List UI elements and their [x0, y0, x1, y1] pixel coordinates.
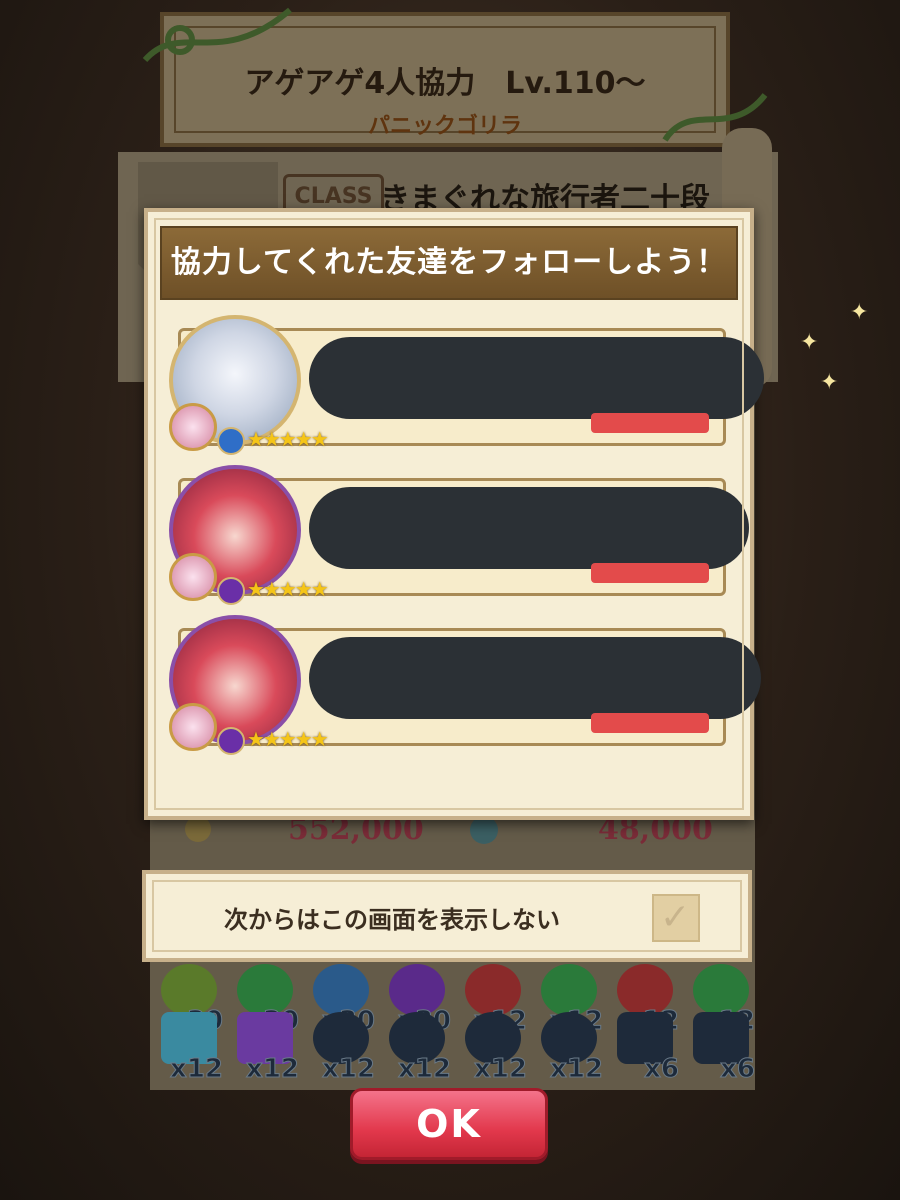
follow-button[interactable] — [591, 713, 709, 733]
dont-show-again-bar[interactable]: 次からはこの画面を表示しない ✓ — [142, 870, 752, 962]
rarity-stars: ★★★★★ — [247, 427, 329, 451]
reward-item: x12 — [535, 1008, 603, 1085]
quest-subtitle: パニックゴリラ — [367, 114, 522, 139]
dont-show-again-label: 次からはこの画面を表示しない — [224, 906, 560, 934]
item-quantity: x12 — [246, 1054, 300, 1085]
weapon-type-icon — [169, 553, 217, 601]
item-quantity: x12 — [474, 1054, 528, 1085]
reward-item: x12 — [459, 1008, 527, 1085]
redacted-friend-name — [309, 337, 764, 419]
friend-row[interactable]: ★★★★★ — [169, 315, 764, 455]
item-quantity: x12 — [170, 1054, 224, 1085]
weapon-type-icon — [169, 703, 217, 751]
item-quantity: x6 — [644, 1054, 680, 1085]
friend-row[interactable]: ★★★★★ — [169, 615, 761, 755]
exp-swirl-icon — [470, 816, 498, 844]
dont-show-again-checkbox[interactable]: ✓ — [652, 894, 700, 942]
checkmark-icon: ✓ — [660, 897, 691, 938]
reward-item: x12 — [231, 1008, 299, 1085]
sparkle-icon: ✦ — [820, 370, 839, 395]
reward-item: x12 — [155, 1008, 223, 1085]
dark-element-icon — [217, 727, 245, 755]
reward-item: x12 — [307, 1008, 375, 1085]
follow-friends-dialog: 協力してくれた友達をフォローしよう！ ★★★★★ ★★★★★ ★★★★★ — [144, 208, 764, 820]
rarity-stars: ★★★★★ — [247, 727, 329, 751]
dark-element-icon — [217, 577, 245, 605]
item-quantity: x12 — [322, 1054, 376, 1085]
redacted-friend-name — [309, 487, 749, 569]
reward-item: x12 — [383, 1008, 451, 1085]
dialog-title: 協力してくれた友達をフォローしよう！ — [160, 226, 738, 300]
ok-button[interactable]: OK — [350, 1088, 548, 1160]
vine-decoration-icon — [142, 7, 292, 63]
redacted-friend-name — [309, 637, 761, 719]
water-element-icon — [217, 427, 245, 455]
sparkle-icon: ✦ — [800, 330, 819, 355]
friend-row[interactable]: ★★★★★ — [169, 465, 749, 605]
item-quantity: x12 — [398, 1054, 452, 1085]
item-quantity: x12 — [550, 1054, 604, 1085]
rarity-stars: ★★★★★ — [247, 577, 329, 601]
reward-item: x6 — [687, 1008, 755, 1085]
weapon-type-icon — [169, 403, 217, 451]
sparkle-icon: ✦ — [850, 300, 869, 325]
item-quantity: x6 — [720, 1054, 756, 1085]
reward-item: x6 — [611, 1008, 679, 1085]
follow-button[interactable] — [591, 413, 709, 433]
follow-button[interactable] — [591, 563, 709, 583]
